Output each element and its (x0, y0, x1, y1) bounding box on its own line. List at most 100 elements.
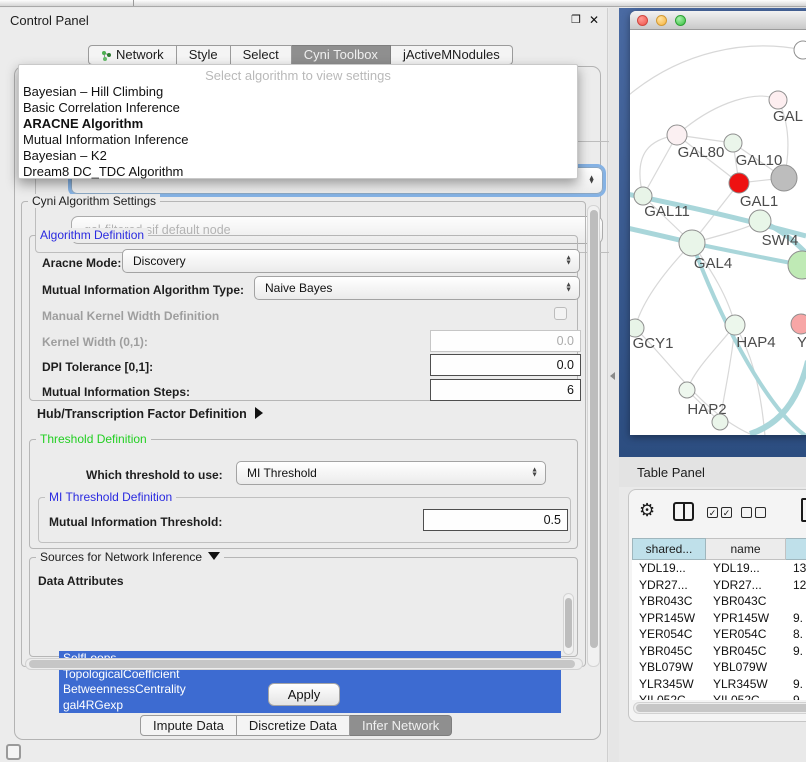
sources-title[interactable]: Sources for Network Inference (36, 550, 224, 564)
popup-item[interactable]: Bayesian – Hill Climbing (23, 84, 573, 100)
kernel-width-input[interactable]: 0.0 (430, 330, 581, 352)
network-icon (101, 50, 112, 61)
popup-item[interactable]: Basic Correlation Inference (23, 100, 573, 116)
table-cell: YBR045C (632, 643, 706, 660)
network-node-gal10[interactable] (724, 134, 742, 152)
top-tab-bar: NetworkStyle Select Cyni ToolboxjActiveMNo… (88, 45, 513, 65)
network-edge-highlighted[interactable] (750, 361, 806, 434)
table-row[interactable]: YER054CYER054C8. (632, 626, 806, 643)
table-row[interactable]: YBR043CYBR043C (632, 593, 806, 610)
restore-panel-icon[interactable] (6, 744, 21, 760)
table-panel-header: Table Panel (619, 457, 806, 487)
network-node[interactable] (788, 251, 806, 279)
bottom-tab-bar: Impute DataDiscretize DataInfer Network (140, 715, 452, 736)
tab-infer-network[interactable]: Infer Network (350, 715, 452, 736)
mi-threshold-input[interactable]: 0.5 (423, 509, 568, 531)
mi-steps-input[interactable]: 6 (430, 379, 581, 401)
network-node-y[interactable] (791, 314, 806, 334)
popup-item[interactable]: Bayesian – K2 (23, 148, 573, 164)
table-cell: 9. (786, 610, 806, 627)
table-cell: YBR045C (706, 643, 786, 660)
tab-select[interactable]: Select (231, 45, 292, 65)
network-edge[interactable] (687, 325, 735, 390)
deselect-all-checkboxes-icon[interactable] (741, 507, 766, 518)
column-header[interactable]: shared... (632, 538, 706, 560)
column-header[interactable]: name (706, 538, 786, 560)
table-row[interactable]: YDR27...YDR27...12 (632, 577, 806, 594)
mi-threshold-definition-groupbox: MI Threshold Definition Mutual Informati… (38, 497, 571, 543)
tab-style[interactable]: Style (177, 45, 231, 65)
popup-item[interactable]: ARACNE Algorithm (23, 116, 573, 132)
network-node-gal1[interactable] (729, 173, 749, 193)
tab-network[interactable]: Network (88, 45, 177, 65)
table-row[interactable]: YBL079WYBL079W (632, 659, 806, 676)
network-node-gal[interactable] (769, 91, 787, 109)
network-view-window[interactable]: GALGAL80GAL10GAL1GAL11SWI4GAL4GCY1HAP4YH… (630, 11, 806, 435)
network-node-gal80[interactable] (667, 125, 687, 145)
close-traffic-light-icon[interactable] (637, 15, 648, 26)
tab-discretize-data[interactable]: Discretize Data (237, 715, 350, 736)
network-edge[interactable] (677, 96, 778, 135)
table-cell (786, 593, 806, 610)
close-icon[interactable]: ✕ (589, 13, 599, 27)
dpi-tolerance-input[interactable]: 0.0 (430, 354, 581, 376)
column-layout-icon[interactable] (673, 502, 694, 521)
network-node-swi4[interactable] (749, 210, 771, 232)
which-threshold-combobox[interactable]: MI Threshold ▲▼ (236, 461, 546, 485)
table-horizontal-scrollbar[interactable] (633, 702, 806, 714)
network-node[interactable] (771, 165, 797, 191)
table-cell: YDR27... (706, 577, 786, 594)
combo-stepper-icon: ▲▼ (565, 257, 572, 266)
export-table-icon[interactable] (801, 498, 806, 522)
panel-divider[interactable] (609, 8, 619, 762)
network-node[interactable] (712, 414, 728, 430)
mi-type-value: Naive Bayes (265, 281, 332, 295)
table-cell: YBL079W (632, 659, 706, 676)
table-row[interactable]: YLR345WYLR345W9. (632, 676, 806, 693)
tab-jactivemnodules[interactable]: jActiveMNodules (391, 45, 513, 65)
tab-cyni-toolbox[interactable]: Cyni Toolbox (292, 45, 391, 65)
manual-kernel-checkbox[interactable] (554, 307, 567, 320)
algorithm-definition-title: Algorithm Definition (36, 228, 148, 242)
network-edge[interactable] (635, 243, 692, 328)
table-panel-title: Table Panel (637, 465, 705, 480)
settings-horizontal-scrollbar[interactable] (25, 658, 583, 670)
mi-algorithm-type-combobox[interactable]: Naive Bayes ▲▼ (254, 276, 580, 300)
gear-icon[interactable]: ⚙ (639, 500, 655, 521)
attribute-list-scrollbar[interactable] (563, 593, 574, 655)
table-cell: 13 (786, 560, 806, 577)
table-header-row: shared...name (632, 538, 806, 560)
table-toolbar: ⚙ ✓✓ (629, 490, 806, 534)
float-window-icon[interactable]: ❐ (571, 13, 581, 26)
algorithm-definition-groupbox: Algorithm Definition Aracne Mode: Discov… (29, 235, 578, 401)
table-cell: YLR345W (632, 676, 706, 693)
splitter-collapse-icon[interactable] (610, 372, 615, 380)
collapsed-arrow-icon (255, 407, 263, 419)
network-node[interactable] (794, 41, 806, 59)
table-row[interactable]: YPR145WYPR145W9. (632, 610, 806, 627)
table-panel: ⚙ ✓✓ shared...name YDL19...YDL19...13YDR… (628, 489, 806, 722)
table-row[interactable]: YDL19...YDL19...13 (632, 560, 806, 577)
hub-definition-toggle[interactable]: Hub/Transcription Factor Definition (37, 407, 263, 421)
select-all-checkboxes-icon[interactable]: ✓✓ (707, 507, 732, 518)
kernel-width-label: Kernel Width (0,1): (42, 335, 148, 349)
network-node-hap4[interactable] (725, 315, 745, 335)
popup-item[interactable]: Dream8 DC_TDC Algorithm (23, 164, 573, 180)
zoom-traffic-light-icon[interactable] (675, 15, 686, 26)
network-node-label: GAL1 (740, 193, 778, 210)
network-window-titlebar[interactable] (630, 11, 806, 30)
popup-item[interactable]: Mutual Information Inference (23, 132, 573, 148)
aracne-mode-combobox[interactable]: Discovery ▲▼ (122, 249, 580, 273)
table-cell: 9. (786, 676, 806, 693)
tab-label: Select (243, 46, 279, 64)
column-header[interactable] (786, 538, 806, 560)
network-node-gal4[interactable] (679, 230, 705, 256)
minimize-traffic-light-icon[interactable] (656, 15, 667, 26)
network-node-hap2[interactable] (679, 382, 695, 398)
apply-button[interactable]: Apply (268, 683, 340, 706)
network-canvas[interactable]: GALGAL80GAL10GAL1GAL11SWI4GAL4GCY1HAP4YH… (630, 31, 806, 435)
settings-vertical-scrollbar[interactable] (587, 205, 600, 667)
table-row[interactable]: YIL052CYIL052C9 (632, 692, 806, 700)
tab-impute-data[interactable]: Impute Data (140, 715, 237, 736)
table-row[interactable]: YBR045CYBR045C9. (632, 643, 806, 660)
